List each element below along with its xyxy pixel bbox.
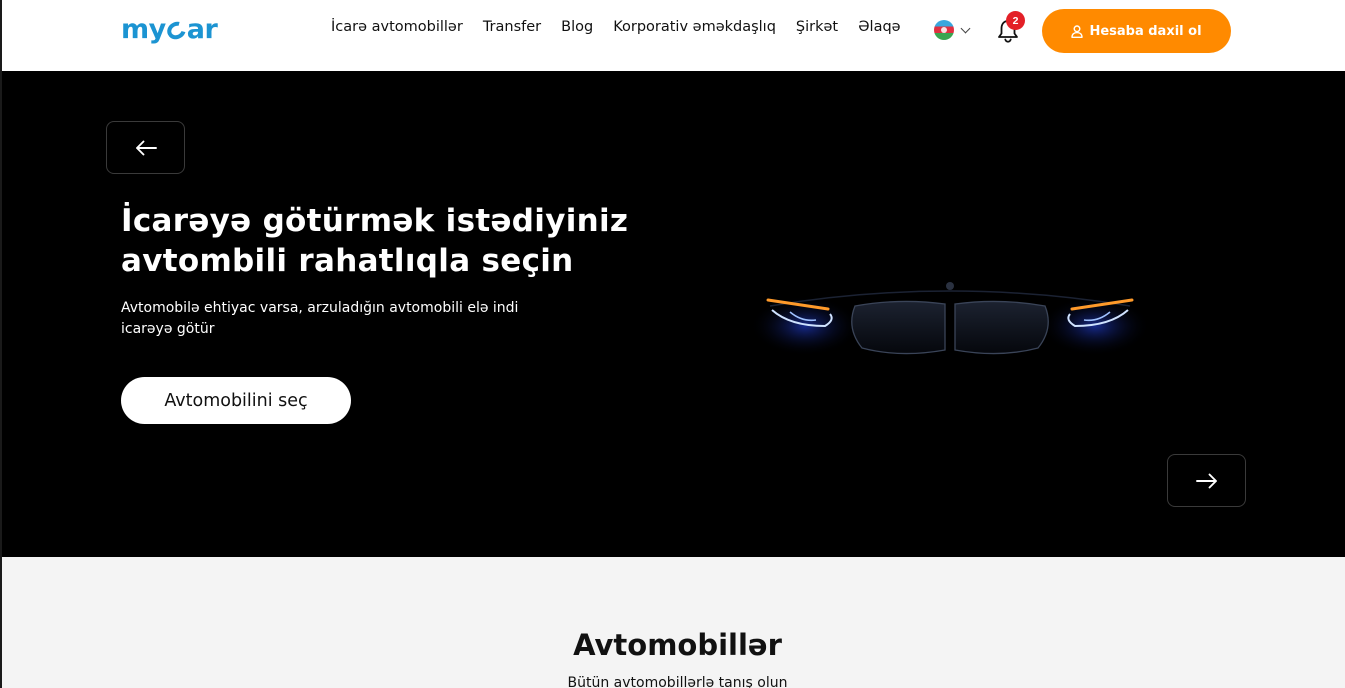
nav-link-contact[interactable]: Əlaqə [858, 19, 900, 35]
hero-title: İcarəyə götürmək istədiyiniz avtombili r… [121, 203, 629, 279]
cars-section: Avtomobillər Bütün avtomobillərlə tanış … [0, 557, 1345, 688]
language-selector[interactable] [934, 20, 971, 40]
slider-prev-button[interactable] [106, 121, 185, 174]
nav-link-rental-cars[interactable]: İcarə avtomobillər [331, 19, 463, 35]
azerbaijan-flag-icon [934, 20, 954, 40]
nav-link-company[interactable]: Şirkət [796, 19, 838, 35]
mycar-logo[interactable]: my ar [121, 13, 218, 45]
chevron-down-icon [960, 23, 971, 33]
page-edge-border [0, 0, 2, 688]
slider-next-button[interactable] [1167, 454, 1246, 507]
hero-slider: İcarəyə götürmək istədiyiniz avtombili r… [0, 71, 1345, 557]
cars-section-subtitle: Bütün avtomobillərlə tanış olun [567, 675, 788, 688]
user-icon [1071, 24, 1084, 38]
nav-link-blog[interactable]: Blog [561, 19, 593, 35]
car-headlights-image [750, 282, 1150, 356]
choose-car-button[interactable]: Avtomobilini seç [121, 377, 351, 424]
logo-text-right: ar [186, 13, 218, 45]
notification-count-badge: 2 [1006, 11, 1025, 30]
arrow-right-icon [1195, 473, 1217, 488]
logo-c-arc-icon [163, 17, 189, 43]
nav-link-corporate[interactable]: Korporativ əməkdaşlıq [613, 19, 776, 35]
login-button-label: Hesaba daxil ol [1089, 23, 1202, 39]
login-button[interactable]: Hesaba daxil ol [1042, 9, 1231, 53]
arrow-left-icon [135, 140, 157, 155]
cars-section-title: Avtomobillər [573, 628, 782, 662]
hero-subtitle: Avtomobilə ehtiyac varsa, arzuladığın av… [121, 300, 519, 337]
logo-text-left: my [121, 13, 166, 45]
main-nav: İcarə avtomobillər Transfer Blog Korpora… [331, 19, 921, 35]
nav-link-transfer[interactable]: Transfer [483, 19, 541, 35]
site-header: my ar İcarə avtomobillər Transfer Blog Ko… [0, 0, 1345, 71]
